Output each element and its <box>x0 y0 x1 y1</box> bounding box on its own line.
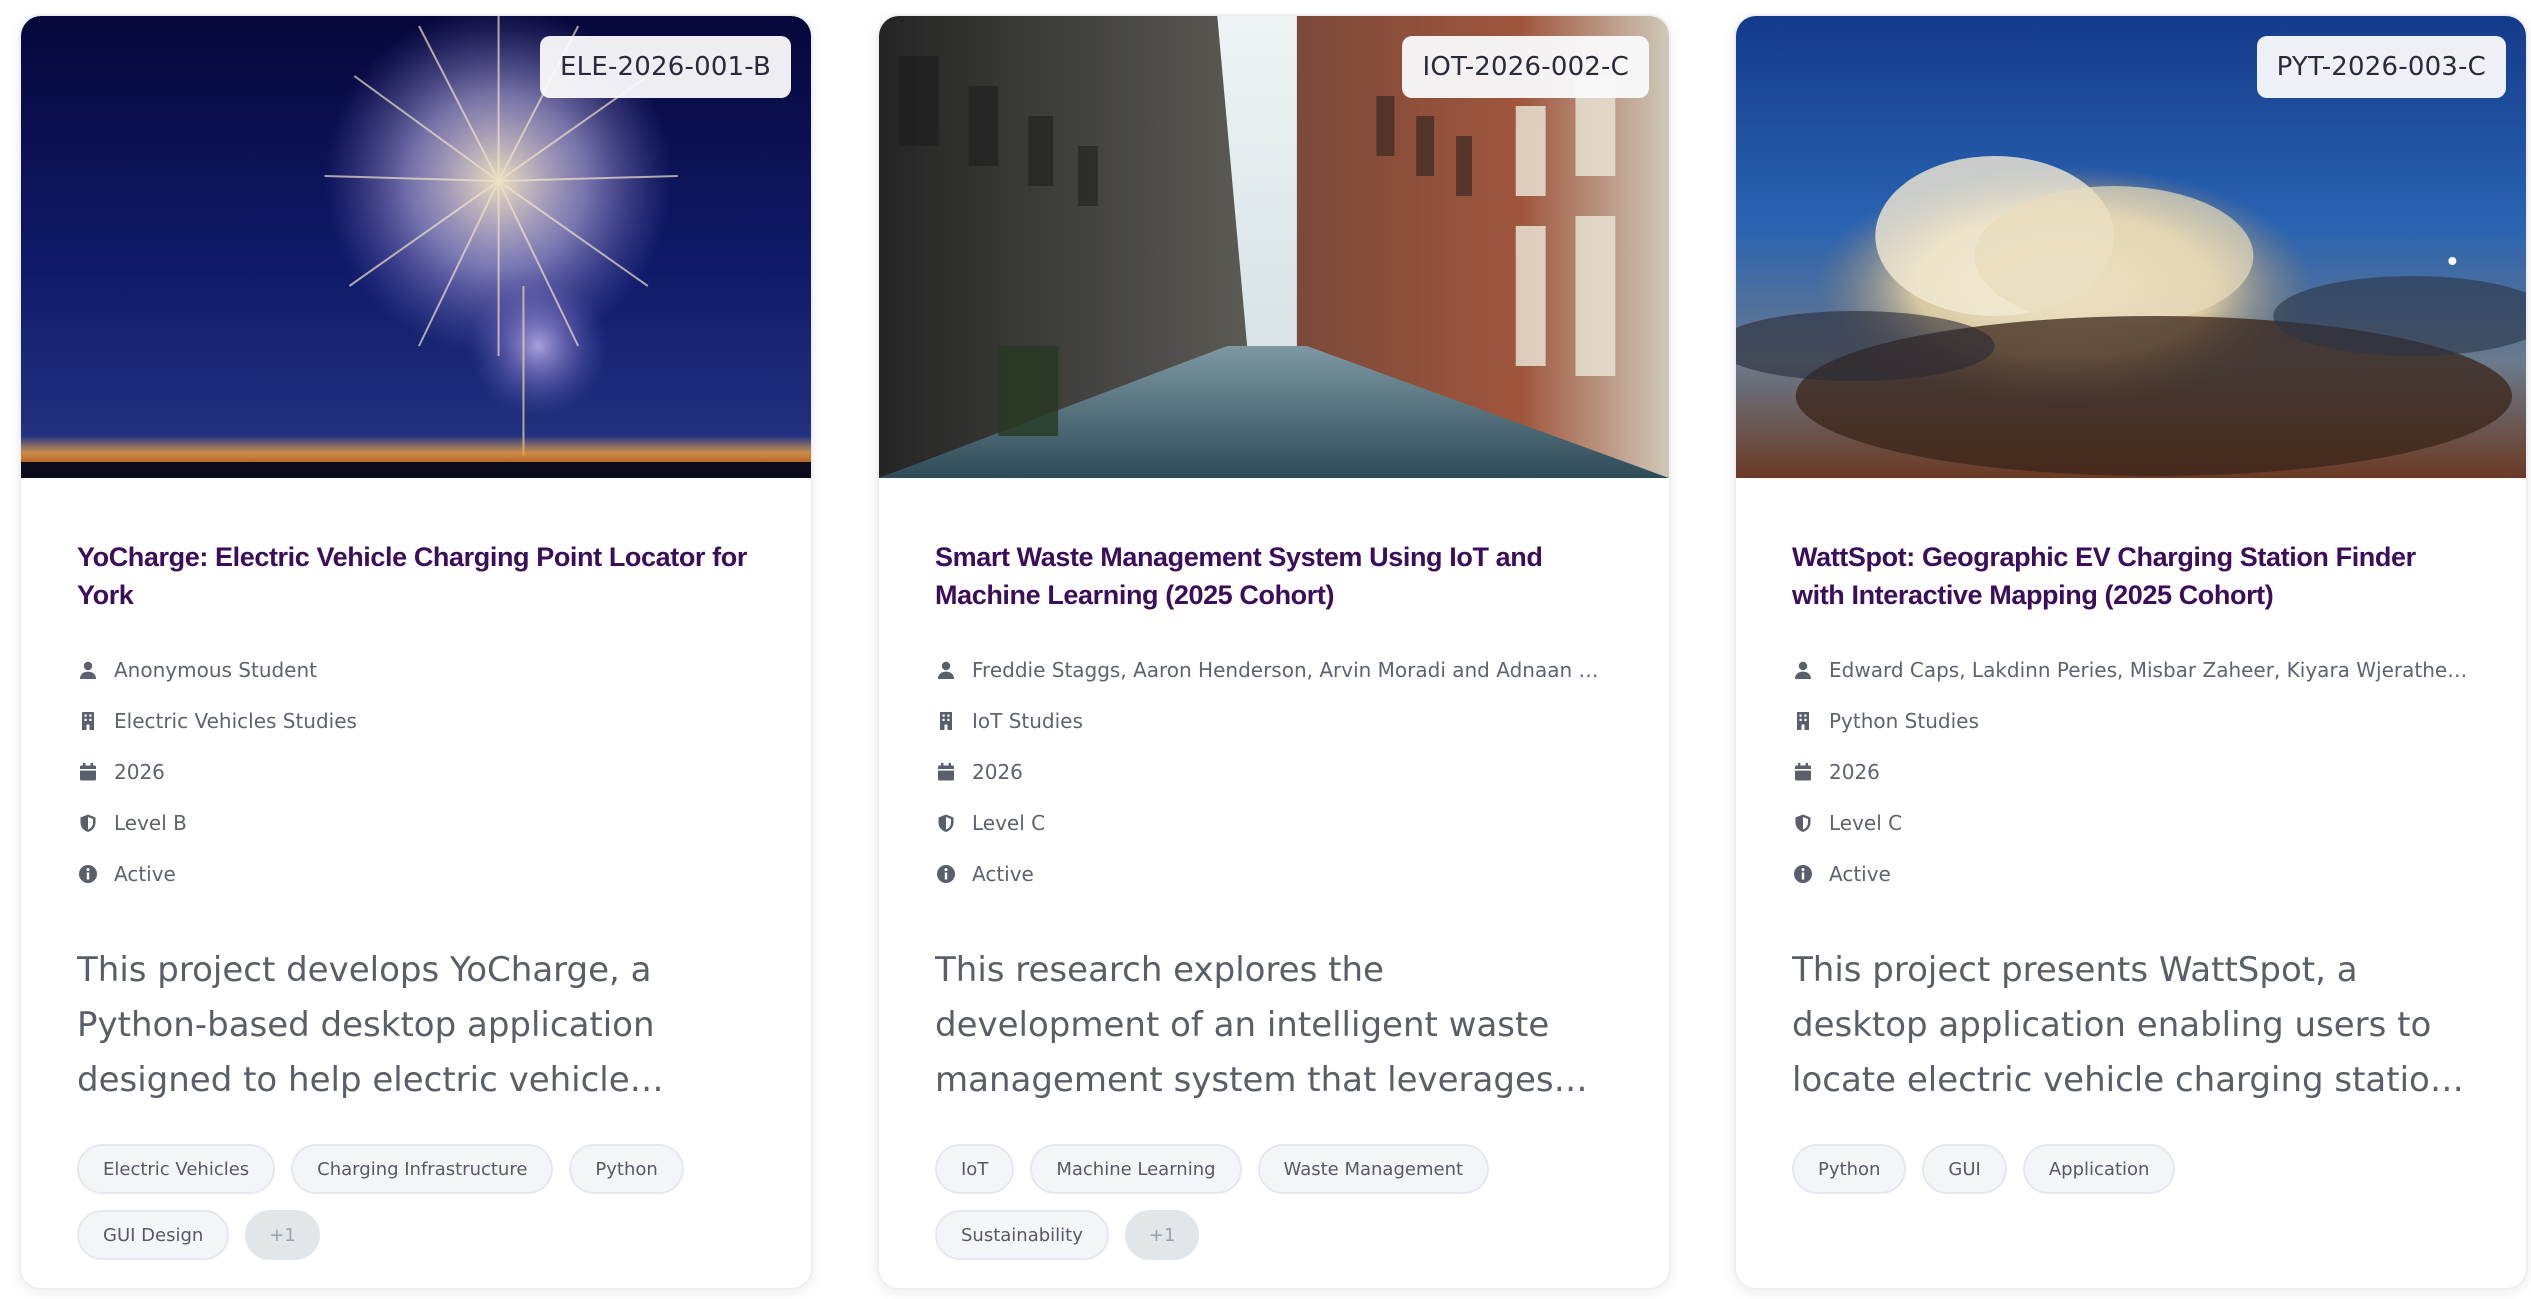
meta-year: 2026 <box>77 746 755 797</box>
tag-chip[interactable]: Waste Management <box>1257 1144 1490 1194</box>
building-icon <box>1792 710 1814 732</box>
author-text: Freddie Staggs, Aaron Henderson, Arvin M… <box>972 657 1612 682</box>
meta-year: 2026 <box>935 746 1613 797</box>
user-icon <box>935 659 957 681</box>
project-thumbnail[interactable]: ELE-2026-001-B <box>21 16 811 478</box>
user-icon <box>1792 659 1814 681</box>
meta-status: Active <box>1792 848 2470 899</box>
tag-chip[interactable]: Electric Vehicles <box>77 1144 276 1194</box>
status-text: Active <box>1829 861 1891 886</box>
meta-author: Anonymous Student <box>77 644 755 695</box>
calendar-icon <box>77 761 99 783</box>
project-thumbnail[interactable]: IOT-2026-002-C <box>879 16 1669 478</box>
card-body: WattSpot: Geographic EV Charging Station… <box>1736 538 2526 1194</box>
project-code-badge: IOT-2026-002-C <box>1402 36 1649 98</box>
tag-list: IoT Machine Learning Waste Management Su… <box>935 1144 1575 1260</box>
more-tags-chip[interactable]: +1 <box>245 1210 320 1260</box>
project-title[interactable]: WattSpot: Geographic EV Charging Station… <box>1792 538 2470 614</box>
author-text: Edward Caps, Lakdinn Peries, Misbar Zahe… <box>1829 657 2469 682</box>
description-text: This project develops YoCharge, a Python… <box>77 950 655 1100</box>
tag-chip[interactable]: Python <box>569 1144 684 1194</box>
project-description: This project presents WattSpot, a deskto… <box>1792 943 2470 1108</box>
meta-level: Level B <box>77 797 755 848</box>
level-text: Level C <box>1829 810 1903 835</box>
meta-author: Edward Caps, Lakdinn Peries, Misbar Zahe… <box>1792 644 2470 695</box>
tag-chip[interactable]: Sustainability <box>935 1210 1109 1260</box>
project-description: This project develops YoCharge, a Python… <box>77 943 755 1108</box>
meta-status: Active <box>77 848 755 899</box>
info-icon <box>1792 863 1814 885</box>
project-description: This research explores the development o… <box>935 943 1613 1108</box>
level-text: Level C <box>972 810 1046 835</box>
shield-icon <box>77 812 99 834</box>
meta-studies: Electric Vehicles Studies <box>77 695 755 746</box>
project-code-badge: ELE-2026-001-B <box>540 36 791 98</box>
tag-list: Python GUI Application <box>1792 1144 2432 1194</box>
project-card[interactable]: IOT-2026-002-C Smart Waste Management Sy… <box>877 14 1671 1290</box>
meta-studies: Python Studies <box>1792 695 2470 746</box>
meta-level: Level C <box>1792 797 2470 848</box>
tag-chip[interactable]: Python <box>1792 1144 1907 1194</box>
info-icon <box>935 863 957 885</box>
meta-studies: IoT Studies <box>935 695 1613 746</box>
author-text: Anonymous Student <box>114 657 318 682</box>
project-meta-list: Edward Caps, Lakdinn Peries, Misbar Zahe… <box>1792 644 2470 899</box>
tag-chip[interactable]: Charging Infrastructure <box>291 1144 554 1194</box>
project-meta-list: Anonymous Student Electric Vehicles Stud… <box>77 644 755 899</box>
project-card-grid: ELE-2026-001-B YoCharge: Electric Vehicl… <box>0 0 2531 1299</box>
status-text: Active <box>114 861 176 886</box>
building-icon <box>77 710 99 732</box>
description-text: This research explores the development o… <box>935 950 1554 1100</box>
studies-text: Python Studies <box>1829 708 1979 733</box>
level-text: Level B <box>114 810 187 835</box>
project-meta-list: Freddie Staggs, Aaron Henderson, Arvin M… <box>935 644 1613 899</box>
tag-chip[interactable]: Application <box>2022 1144 2176 1194</box>
calendar-icon <box>935 761 957 783</box>
project-card[interactable]: ELE-2026-001-B YoCharge: Electric Vehicl… <box>19 14 813 1290</box>
more-tags-chip[interactable]: +1 <box>1124 1210 1200 1260</box>
info-icon <box>77 863 99 885</box>
project-code-badge: PYT-2026-003-C <box>2256 36 2506 98</box>
status-text: Active <box>972 861 1034 886</box>
studies-text: IoT Studies <box>972 708 1083 733</box>
building-icon <box>935 710 957 732</box>
tag-chip[interactable]: GUI Design <box>77 1210 230 1260</box>
meta-status: Active <box>935 848 1613 899</box>
meta-year: 2026 <box>1792 746 2470 797</box>
project-title[interactable]: YoCharge: Electric Vehicle Charging Poin… <box>77 538 755 614</box>
studies-text: Electric Vehicles Studies <box>114 708 357 733</box>
year-text: 2026 <box>1829 759 1880 784</box>
meta-level: Level C <box>935 797 1613 848</box>
card-body: YoCharge: Electric Vehicle Charging Poin… <box>21 538 811 1260</box>
description-text: This project presents WattSpot, a deskto… <box>1792 950 2470 1100</box>
calendar-icon <box>1792 761 1814 783</box>
tag-chip[interactable]: Machine Learning <box>1030 1144 1242 1194</box>
meta-author: Freddie Staggs, Aaron Henderson, Arvin M… <box>935 644 1613 695</box>
tag-chip[interactable]: IoT <box>935 1144 1015 1194</box>
user-icon <box>77 659 99 681</box>
project-title[interactable]: Smart Waste Management System Using IoT … <box>935 538 1613 614</box>
tag-chip[interactable]: GUI <box>1922 1144 2007 1194</box>
card-body: Smart Waste Management System Using IoT … <box>879 538 1669 1260</box>
tag-list: Electric Vehicles Charging Infrastructur… <box>77 1144 717 1260</box>
shield-icon <box>1792 812 1814 834</box>
shield-icon <box>935 812 957 834</box>
year-text: 2026 <box>972 759 1023 784</box>
year-text: 2026 <box>114 759 165 784</box>
project-card[interactable]: PYT-2026-003-C WattSpot: Geographic EV C… <box>1734 14 2528 1290</box>
project-thumbnail[interactable]: PYT-2026-003-C <box>1736 16 2526 478</box>
